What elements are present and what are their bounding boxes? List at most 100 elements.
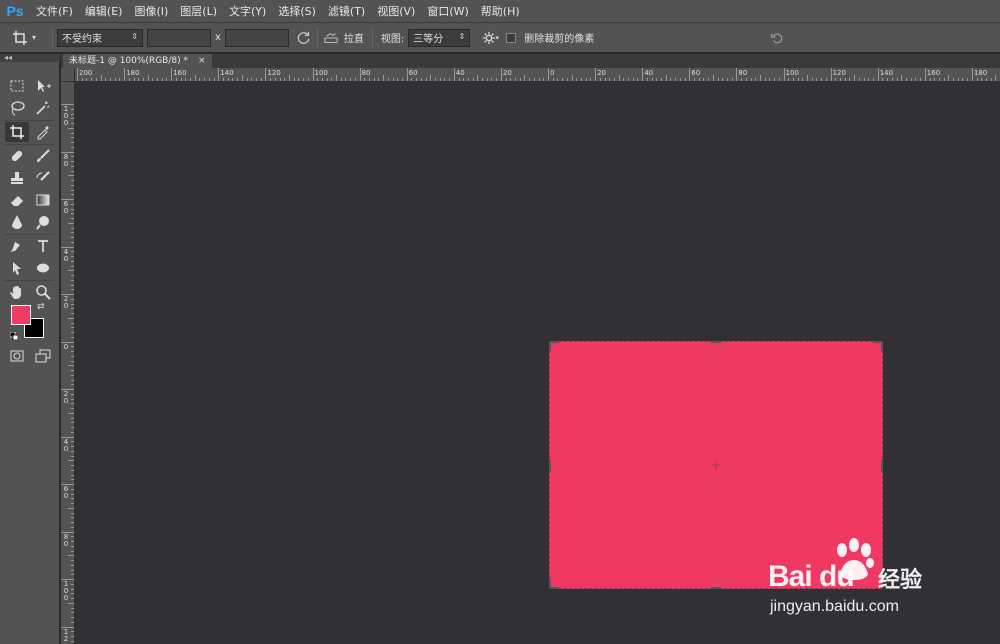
ruler-minor-tick xyxy=(270,78,272,81)
ruler-minor-tick xyxy=(71,360,74,362)
blur-tool[interactable] xyxy=(5,212,29,232)
crop-settings-button[interactable]: ▾ xyxy=(478,29,502,47)
ellipse-tool[interactable] xyxy=(31,258,55,278)
swap-dimensions-button[interactable] xyxy=(295,29,313,47)
history-brush-tool[interactable] xyxy=(31,168,55,188)
crop-handle-bottom[interactable] xyxy=(710,587,722,589)
menu-view[interactable]: 视图(V) xyxy=(371,0,421,23)
divider xyxy=(4,144,54,145)
ruler-minor-tick xyxy=(929,78,931,81)
ruler-minor-tick xyxy=(142,78,144,81)
menu-file[interactable]: 文件(F) xyxy=(30,0,79,23)
delete-cropped-label[interactable]: 删除裁剪的像素 xyxy=(520,30,598,45)
ruler-minor-tick xyxy=(411,78,413,81)
menu-type[interactable]: 文字(Y) xyxy=(223,0,272,23)
marquee-tool[interactable] xyxy=(5,76,29,96)
foreground-color-swatch[interactable] xyxy=(11,305,31,325)
reset-button[interactable] xyxy=(768,29,786,47)
ruler-minor-tick xyxy=(910,78,912,81)
move-tool[interactable] xyxy=(31,76,55,96)
pen-tool[interactable] xyxy=(5,236,29,256)
width-input[interactable] xyxy=(147,28,211,47)
brush-tool[interactable] xyxy=(31,146,55,166)
eraser-tool[interactable] xyxy=(5,190,29,210)
ruler-minor-tick xyxy=(71,194,74,196)
ruler-minor-tick xyxy=(990,78,992,81)
gradient-tool[interactable] xyxy=(31,190,55,210)
close-icon[interactable]: × xyxy=(198,54,206,68)
dodge-tool[interactable] xyxy=(31,212,55,232)
crop-handle-top[interactable] xyxy=(710,341,722,343)
ruler-minor-tick xyxy=(71,455,74,457)
ruler-minor-tick xyxy=(71,284,74,286)
quick-mask-button[interactable] xyxy=(5,346,29,366)
document-tab[interactable]: 未标题-1 @ 100%(RGB/8) * × xyxy=(63,54,212,68)
toolbox-collapse[interactable]: ◂◂ xyxy=(0,54,60,62)
ruler-label: 160 xyxy=(926,69,941,77)
path-selection-tool[interactable] xyxy=(5,258,29,278)
marquee-icon xyxy=(10,80,24,92)
ratio-select-value: 不受约束 xyxy=(62,34,102,45)
magic-wand-tool[interactable] xyxy=(31,98,55,118)
ruler-minor-tick xyxy=(901,75,903,81)
crop-handle-bottom-left[interactable] xyxy=(549,579,551,589)
lasso-tool[interactable] xyxy=(5,98,29,118)
menu-layer[interactable]: 图层(L) xyxy=(174,0,223,23)
eyedropper-tool[interactable] xyxy=(31,122,55,142)
ruler-label: 180 xyxy=(973,69,988,77)
default-colors-icon[interactable] xyxy=(9,330,19,341)
ruler-minor-tick xyxy=(71,279,74,281)
menu-select[interactable]: 选择(S) xyxy=(272,0,322,23)
tool-preset-picker[interactable]: ▾ xyxy=(6,27,48,49)
crop-handle-left[interactable] xyxy=(549,460,551,472)
gradient-icon xyxy=(36,194,50,206)
menu-filter[interactable]: 滤镜(T) xyxy=(322,0,371,23)
ruler-minor-tick xyxy=(967,78,969,81)
crop-handle-top-left[interactable] xyxy=(549,341,551,351)
hand-tool[interactable] xyxy=(5,282,29,302)
ruler-minor-tick xyxy=(986,78,988,81)
ruler-minor-tick xyxy=(807,75,809,81)
menu-help[interactable]: 帮助(H) xyxy=(475,0,526,23)
ruler-minor-tick xyxy=(477,75,479,81)
ruler-minor-tick xyxy=(68,412,74,414)
straighten-button[interactable] xyxy=(322,29,340,47)
ratio-select[interactable]: 不受约束 ⇕ xyxy=(57,28,143,47)
clone-stamp-tool[interactable] xyxy=(5,168,29,188)
ruler-vertical[interactable]: 100 80 60 40 20 0 20 40 60 80 100 12 xyxy=(61,82,75,644)
healing-brush-tool[interactable] xyxy=(5,146,29,166)
ruler-minor-tick xyxy=(71,498,74,500)
swap-colors-icon[interactable]: ⇄ xyxy=(37,302,45,312)
crop-handle-right[interactable] xyxy=(881,460,883,472)
ruler-minor-tick xyxy=(858,78,860,81)
type-tool[interactable] xyxy=(31,236,55,256)
ruler-minor-tick xyxy=(326,78,328,81)
ruler-minor-tick xyxy=(71,237,74,238)
menu-image[interactable]: 图像(I) xyxy=(128,0,174,23)
ruler-minor-tick xyxy=(119,78,121,81)
crop-handle-top-right[interactable] xyxy=(881,341,883,351)
ruler-minor-tick xyxy=(533,78,535,81)
ruler-minor-tick xyxy=(905,78,907,81)
straighten-label[interactable]: 拉直 xyxy=(340,30,368,45)
watermark-brand: Bai du xyxy=(768,560,855,593)
ruler-minor-tick xyxy=(208,78,210,81)
ruler-minor-tick xyxy=(71,403,74,405)
ruler-minor-tick xyxy=(519,78,521,81)
ruler-minor-tick xyxy=(670,78,672,81)
ruler-corner[interactable] xyxy=(61,68,75,82)
watermark-url: jingyan.baidu.com xyxy=(770,598,899,615)
zoom-tool[interactable] xyxy=(31,282,55,302)
delete-cropped-checkbox[interactable] xyxy=(506,32,517,43)
menu-edit[interactable]: 编辑(E) xyxy=(79,0,129,23)
ruler-minor-tick xyxy=(434,78,436,81)
ruler-horizontal[interactable]: 200 180 160 140 120 100 80 60 40 20 0 20 40 60 80 100 12… xyxy=(75,68,1000,82)
view-select[interactable]: 三等分 ⇕ xyxy=(408,28,471,47)
ruler-minor-tick xyxy=(887,78,889,81)
ruler-minor-tick xyxy=(71,180,74,181)
crop-tool[interactable] xyxy=(5,122,29,142)
ruler-minor-tick xyxy=(71,493,74,495)
screen-mode-button[interactable] xyxy=(31,346,55,366)
menu-window[interactable]: 窗口(W) xyxy=(421,0,474,23)
height-input[interactable] xyxy=(224,28,289,47)
